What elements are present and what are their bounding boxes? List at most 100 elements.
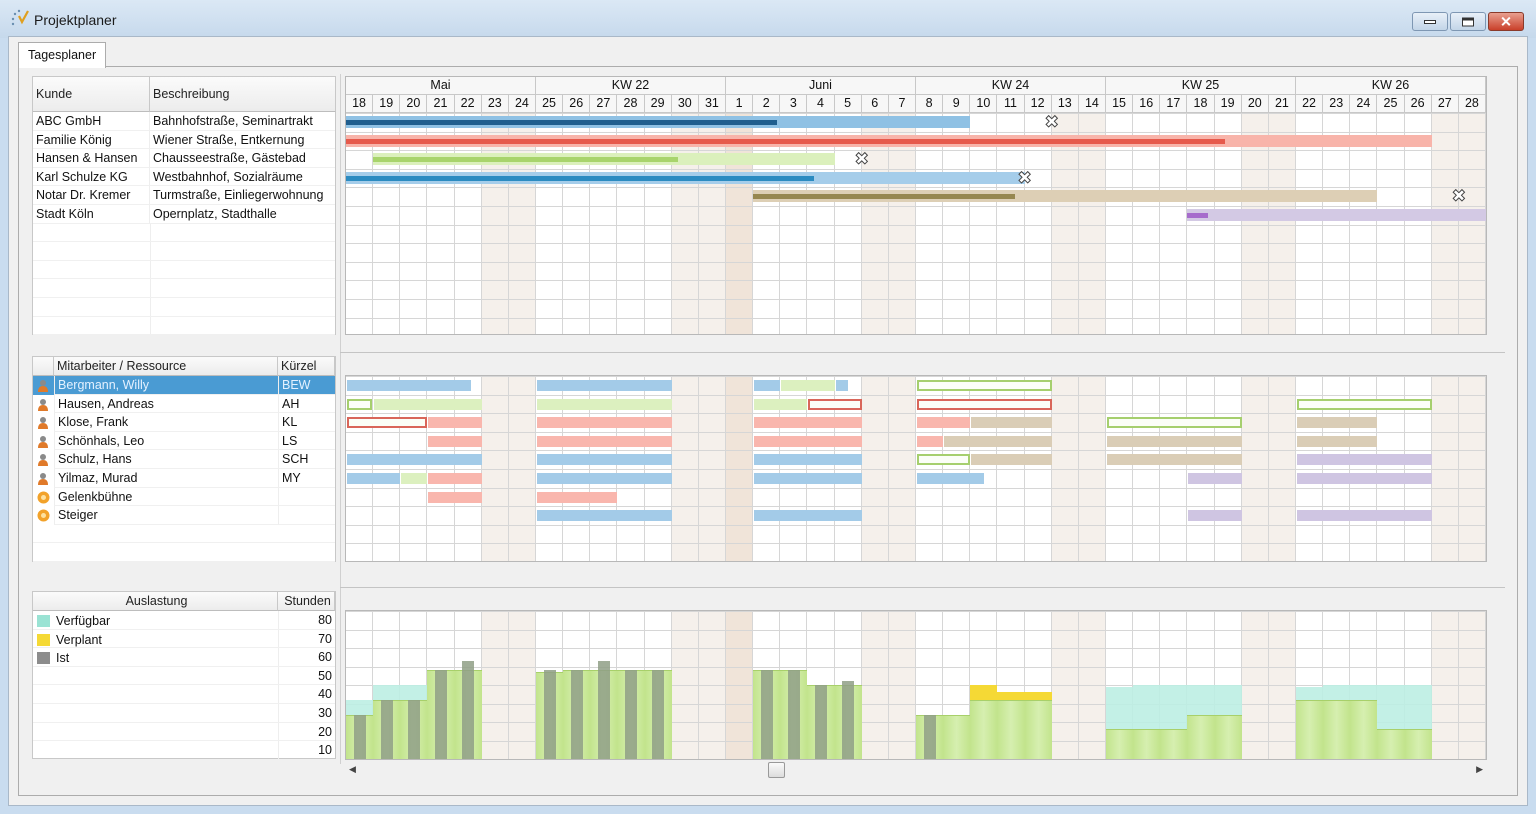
day-header[interactable]: 21 bbox=[427, 95, 455, 113]
column-header-kunde[interactable]: Kunde bbox=[33, 77, 150, 112]
assignment-bar[interactable] bbox=[754, 454, 862, 466]
assignment-bar[interactable] bbox=[537, 510, 672, 522]
day-header[interactable]: 9 bbox=[943, 95, 971, 113]
day-header[interactable]: 24 bbox=[1350, 95, 1378, 113]
assignment-bar[interactable] bbox=[537, 473, 672, 484]
assignment-bar[interactable] bbox=[944, 435, 1052, 447]
assignment-bar[interactable] bbox=[971, 417, 1052, 429]
assignment-bar[interactable] bbox=[537, 380, 672, 391]
assignment-bar[interactable] bbox=[374, 398, 482, 410]
day-header[interactable]: 25 bbox=[1377, 95, 1405, 113]
day-header[interactable]: 27 bbox=[590, 95, 618, 113]
assignment-bar[interactable] bbox=[917, 380, 1052, 391]
assignment-bar[interactable] bbox=[347, 398, 372, 410]
assignment-bar[interactable] bbox=[1297, 435, 1378, 447]
assignment-bar[interactable] bbox=[347, 417, 428, 429]
assignment-bar[interactable] bbox=[754, 510, 862, 522]
assignment-bar[interactable] bbox=[1188, 510, 1242, 522]
assignment-bar[interactable] bbox=[835, 380, 849, 391]
assignment-bar[interactable] bbox=[1107, 454, 1242, 466]
minimize-button[interactable] bbox=[1412, 12, 1448, 31]
tab-tagesplaner[interactable]: Tagesplaner bbox=[18, 42, 106, 68]
day-header[interactable]: 23 bbox=[1323, 95, 1351, 113]
day-header[interactable]: 26 bbox=[1404, 95, 1432, 113]
assignment-bar[interactable] bbox=[754, 473, 862, 484]
column-header-kuerzel[interactable]: Kürzel bbox=[278, 357, 335, 376]
milestone-icon[interactable]: ✖ bbox=[1451, 187, 1466, 205]
day-header[interactable]: 11 bbox=[997, 95, 1025, 113]
assignment-bar[interactable] bbox=[754, 417, 862, 429]
day-header[interactable]: 2 bbox=[753, 95, 781, 113]
project-row[interactable]: Familie König Wiener Straße, Entkernung bbox=[33, 130, 335, 150]
resource-row[interactable]: Steiger bbox=[33, 506, 335, 525]
assignment-bar[interactable] bbox=[537, 398, 672, 410]
resource-row[interactable]: Schulz, Hans SCH bbox=[33, 450, 335, 469]
scroll-right-icon[interactable]: ▶ bbox=[1476, 764, 1483, 775]
resource-row[interactable]: Schönhals, Leo LS bbox=[33, 431, 335, 451]
assignment-bar[interactable] bbox=[428, 491, 482, 503]
assignment-bar[interactable] bbox=[917, 398, 1052, 410]
day-header[interactable]: 28 bbox=[617, 95, 645, 113]
day-header[interactable]: 13 bbox=[1051, 95, 1079, 113]
splitter-horizontal[interactable] bbox=[340, 352, 1505, 353]
day-header[interactable]: 24 bbox=[508, 95, 536, 113]
scroll-left-icon[interactable]: ◀ bbox=[349, 764, 356, 775]
day-header[interactable]: 27 bbox=[1431, 95, 1459, 113]
day-header[interactable]: 29 bbox=[644, 95, 672, 113]
day-header[interactable]: 20 bbox=[1241, 95, 1269, 113]
assignment-bar[interactable] bbox=[754, 380, 781, 391]
day-header[interactable]: 14 bbox=[1078, 95, 1106, 113]
assignment-bar[interactable] bbox=[1297, 454, 1432, 466]
assignment-bar[interactable] bbox=[1297, 510, 1432, 522]
splitter-vertical[interactable] bbox=[340, 74, 341, 764]
assignment-bar[interactable] bbox=[537, 435, 672, 447]
scrollbar-thumb[interactable] bbox=[767, 762, 785, 778]
assignment-bar[interactable] bbox=[754, 398, 808, 410]
assignment-bar[interactable] bbox=[428, 417, 482, 429]
day-header[interactable]: 28 bbox=[1458, 95, 1486, 113]
day-header[interactable]: 20 bbox=[400, 95, 428, 113]
assignment-bar[interactable] bbox=[1188, 473, 1242, 484]
maximize-button[interactable] bbox=[1450, 12, 1486, 31]
day-header[interactable]: 8 bbox=[916, 95, 944, 113]
day-header[interactable]: 25 bbox=[536, 95, 564, 113]
column-header-mitarbeiter[interactable]: Mitarbeiter / Ressource bbox=[54, 357, 278, 376]
resource-row[interactable]: Yilmaz, Murad MY bbox=[33, 468, 335, 488]
project-row[interactable]: ABC GmbH Bahnhofstraße, Seminartrakt bbox=[33, 112, 335, 131]
day-header[interactable]: 3 bbox=[780, 95, 808, 113]
day-header[interactable]: 5 bbox=[834, 95, 862, 113]
day-header[interactable]: 16 bbox=[1133, 95, 1161, 113]
assignment-bar[interactable] bbox=[1107, 435, 1242, 447]
day-header[interactable]: 1 bbox=[726, 95, 754, 113]
column-header-beschreibung[interactable]: Beschreibung bbox=[150, 77, 336, 112]
project-bar[interactable] bbox=[1187, 209, 1486, 221]
milestone-icon[interactable]: ✖ bbox=[854, 150, 869, 168]
close-button[interactable]: ✕ bbox=[1488, 12, 1524, 31]
assignment-bar[interactable] bbox=[428, 473, 482, 484]
assignment-bar[interactable] bbox=[1297, 473, 1432, 484]
splitter-horizontal[interactable] bbox=[340, 587, 1505, 588]
day-header[interactable]: 15 bbox=[1106, 95, 1134, 113]
day-header[interactable]: 4 bbox=[807, 95, 835, 113]
day-header[interactable]: 6 bbox=[861, 95, 889, 113]
resource-row[interactable]: Klose, Frank KL bbox=[33, 413, 335, 432]
milestone-icon[interactable]: ✖ bbox=[1017, 169, 1032, 187]
assignment-bar[interactable] bbox=[347, 454, 482, 466]
assignment-bar[interactable] bbox=[917, 417, 971, 429]
horizontal-scrollbar[interactable]: ◀ ▶ bbox=[345, 762, 1487, 779]
day-header[interactable]: 30 bbox=[671, 95, 699, 113]
assignment-bar[interactable] bbox=[537, 417, 672, 429]
day-header[interactable]: 26 bbox=[563, 95, 591, 113]
assignment-bar[interactable] bbox=[754, 435, 862, 447]
day-header[interactable]: 10 bbox=[970, 95, 998, 113]
resource-row[interactable]: Hausen, Andreas AH bbox=[33, 394, 335, 414]
day-header[interactable]: 31 bbox=[698, 95, 726, 113]
day-header[interactable]: 22 bbox=[1296, 95, 1324, 113]
project-row[interactable]: Notar Dr. Kremer Turmstraße, Einliegerwoh… bbox=[33, 186, 335, 205]
assignment-bar[interactable] bbox=[1297, 398, 1432, 410]
day-header[interactable]: 17 bbox=[1160, 95, 1188, 113]
day-header[interactable]: 19 bbox=[1214, 95, 1242, 113]
project-row[interactable]: Hansen & Hansen Chausseestraße, Gästebad bbox=[33, 149, 335, 168]
assignment-bar[interactable] bbox=[808, 398, 862, 410]
assignment-bar[interactable] bbox=[401, 473, 428, 484]
